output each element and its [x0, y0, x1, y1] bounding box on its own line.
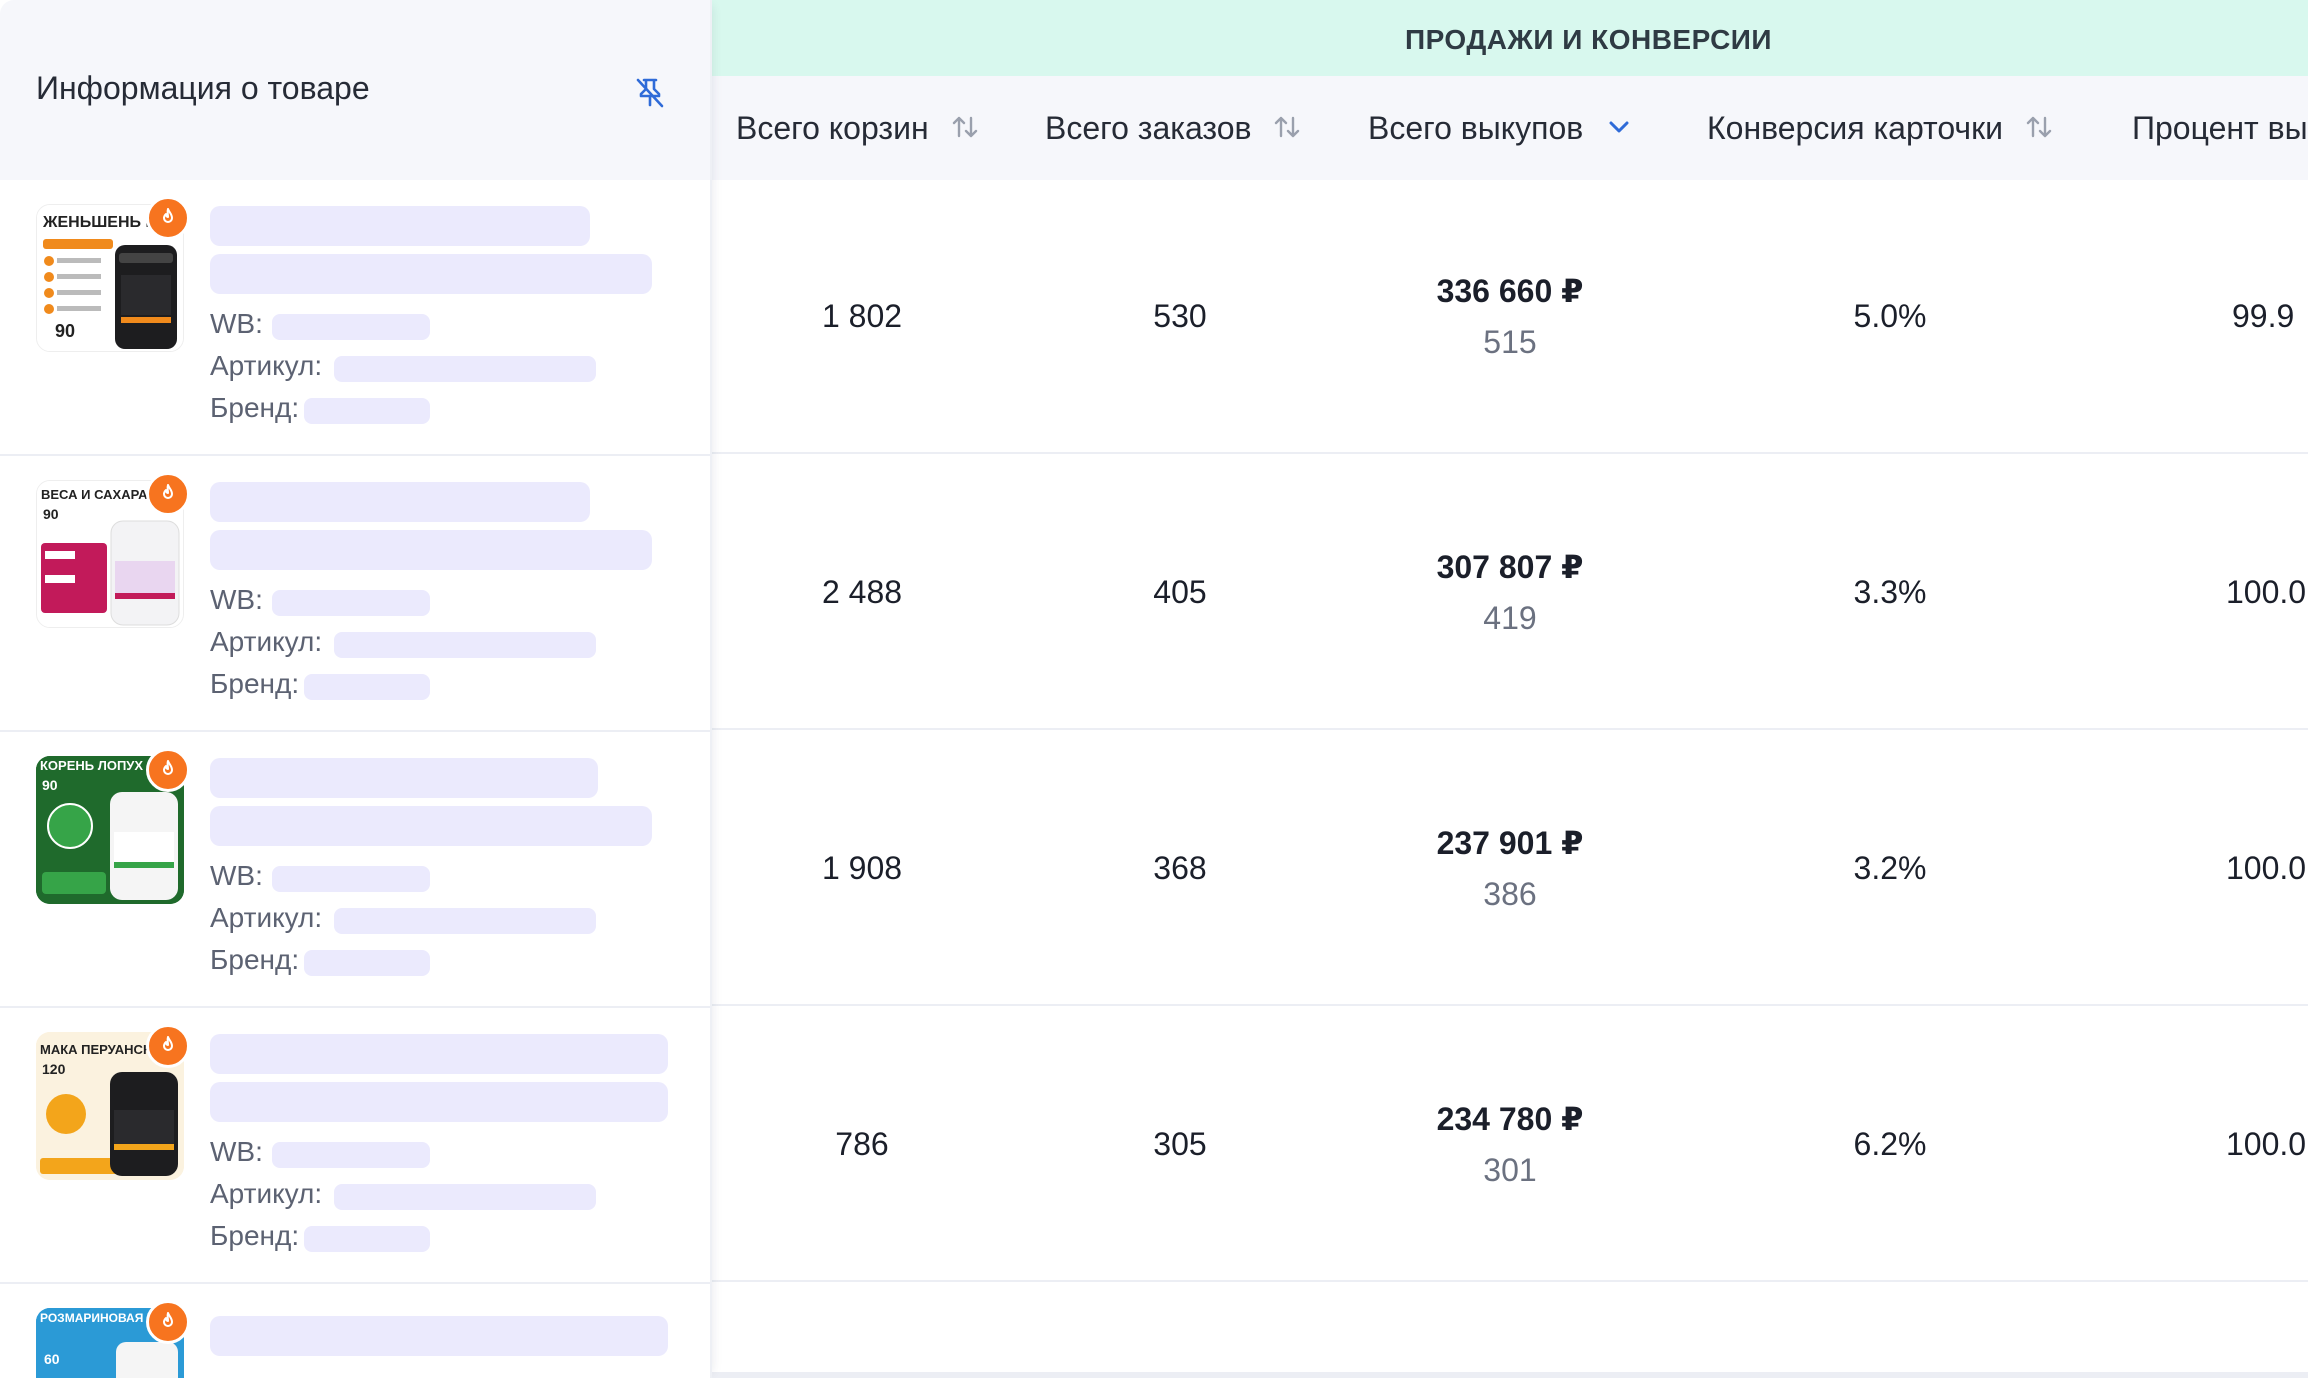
row-divider	[712, 1004, 2308, 1006]
product-sales-table: ПРОДАЖИ И КОНВЕРСИИ Всего корзин Всего з…	[0, 0, 2308, 1378]
cell-percent: 100.0	[2226, 1126, 2307, 1162]
cell-buyouts-sum: 237 901 ₽	[1436, 825, 1584, 861]
pinned-product-column: Информация о товаре ЖЕНЬШЕНЬ ЙОХИМБЕ	[0, 0, 712, 1378]
article-label: Артикул:	[210, 350, 323, 381]
brand-value-placeholder	[304, 1226, 430, 1252]
article-value-placeholder	[334, 356, 596, 382]
thumb-capsule-count: 90	[55, 321, 75, 341]
sort-both-icon[interactable]	[2024, 112, 2054, 150]
unpin-icon[interactable]	[630, 72, 670, 112]
thumb-capsule-count: 90	[43, 506, 59, 522]
thumb-capsule-count: 90	[42, 777, 58, 793]
thumb-capsule-count: 60	[44, 1351, 60, 1367]
wb-label: WB:	[210, 584, 263, 615]
cell-buyouts-sum: 336 660 ₽	[1436, 273, 1584, 309]
fire-icon	[146, 472, 190, 516]
row-divider	[712, 1280, 2308, 1282]
thumb-title: ВЕСА И САХАРА	[41, 487, 148, 502]
cell-buyouts-sum: 307 807 ₽	[1436, 549, 1584, 585]
column-header-label: Всего корзин	[736, 110, 929, 146]
product-info-header: Информация о товаре	[0, 0, 710, 180]
table-row[interactable]: РОЗМАРИНОВАЯ КИСЛОТА 60	[0, 1284, 710, 1378]
sort-both-icon[interactable]	[1272, 112, 1302, 150]
product-name-placeholder	[210, 1316, 668, 1356]
fire-icon	[146, 748, 190, 792]
cell-buyouts-count: 419	[1483, 600, 1537, 636]
column-header-label: Всего заказов	[1045, 110, 1252, 146]
column-header-buyouts[interactable]: Всего выкупов	[1368, 110, 1634, 150]
cell-percent: 99.9	[2232, 298, 2295, 334]
brand-label: Бренд:	[210, 1220, 300, 1251]
product-name-placeholder	[210, 206, 590, 246]
row-divider	[712, 452, 2308, 454]
product-name-placeholder	[210, 1082, 668, 1122]
column-header-label: Конверсия карточки	[1707, 110, 2003, 146]
chevron-down-icon[interactable]	[1604, 112, 1634, 150]
wb-value-placeholder	[272, 866, 430, 892]
cell-orders: 368	[1153, 850, 1207, 886]
cell-buyouts-sum: 234 780 ₽	[1436, 1101, 1584, 1137]
product-name-placeholder	[210, 254, 652, 294]
cell-carts: 1 908	[821, 850, 903, 886]
product-name-placeholder	[210, 758, 598, 798]
group-title: ПРОДАЖИ И КОНВЕРСИИ	[1405, 24, 1773, 55]
thumb-capsule-count: 120	[42, 1061, 66, 1077]
brand-value-placeholder	[304, 950, 430, 976]
wb-label: WB:	[210, 308, 263, 339]
column-header-conversion[interactable]: Конверсия карточки	[1707, 110, 2054, 150]
fire-icon	[146, 1024, 190, 1068]
cell-buyouts-count: 515	[1483, 324, 1537, 360]
cell-orders: 305	[1153, 1126, 1207, 1162]
column-header-carts[interactable]: Всего корзин	[736, 110, 980, 150]
column-header-orders[interactable]: Всего заказов	[1045, 110, 1302, 150]
article-value-placeholder	[334, 632, 596, 658]
article-label: Артикул:	[210, 1178, 323, 1209]
sort-both-icon[interactable]	[950, 112, 980, 150]
wb-value-placeholder	[272, 590, 430, 616]
cell-carts: 1 802	[821, 298, 903, 334]
cell-percent: 100.0	[2226, 850, 2307, 886]
cell-conversion: 3.3%	[1853, 574, 1927, 610]
wb-value-placeholder	[272, 314, 430, 340]
brand-label: Бренд:	[210, 944, 300, 975]
product-info-title: Информация о товаре	[36, 70, 370, 106]
article-value-placeholder	[334, 1184, 596, 1210]
table-row[interactable]: ВЕСА И САХАРА 90 WB: Артикул: Бренд:	[0, 456, 710, 732]
table-row[interactable]: КОРЕНЬ ЛОПУХ 90 WB: Артикул: Бренд:	[0, 732, 710, 1008]
column-header-label: Всего выкупов	[1368, 110, 1584, 146]
product-name-placeholder	[210, 806, 652, 846]
group-header-sales: ПРОДАЖИ И КОНВЕРСИИ	[712, 0, 2308, 76]
cell-carts: 2 488	[821, 574, 903, 610]
table-row[interactable]: МАКА ПЕРУАНСКАЯ 120 WB: Артикул: Бренд:	[0, 1008, 710, 1284]
cell-orders: 405	[1153, 574, 1207, 610]
fire-icon	[146, 1300, 190, 1344]
brand-label: Бренд:	[210, 392, 300, 423]
column-header-percent[interactable]: Процент вы	[2132, 110, 2308, 147]
product-name-placeholder	[210, 530, 652, 570]
product-name-placeholder	[210, 482, 590, 522]
brand-value-placeholder	[304, 398, 430, 424]
cell-buyouts-count: 301	[1483, 1152, 1537, 1188]
cell-orders: 530	[1153, 298, 1207, 334]
article-label: Артикул:	[210, 902, 323, 933]
article-value-placeholder	[334, 908, 596, 934]
wb-label: WB:	[210, 1136, 263, 1167]
product-name-placeholder	[210, 1034, 668, 1074]
brand-label: Бренд:	[210, 668, 300, 699]
column-header-label: Процент вы	[2132, 110, 2308, 146]
fire-icon	[146, 196, 190, 240]
row-divider	[712, 728, 2308, 730]
wb-label: WB:	[210, 860, 263, 891]
wb-value-placeholder	[272, 1142, 430, 1168]
cell-conversion: 3.2%	[1853, 850, 1927, 886]
table-row[interactable]: ЖЕНЬШЕНЬ ЙОХИМБЕ 90 WB:	[0, 180, 710, 456]
thumb-title: КОРЕНЬ ЛОПУХ	[40, 758, 143, 773]
cell-conversion: 5.0%	[1853, 298, 1927, 334]
brand-value-placeholder	[304, 674, 430, 700]
cell-carts: 786	[835, 1126, 889, 1162]
cell-buyouts-count: 386	[1483, 876, 1537, 912]
article-label: Артикул:	[210, 626, 323, 657]
cell-conversion: 6.2%	[1853, 1126, 1927, 1162]
cell-percent: 100.0	[2226, 574, 2307, 610]
